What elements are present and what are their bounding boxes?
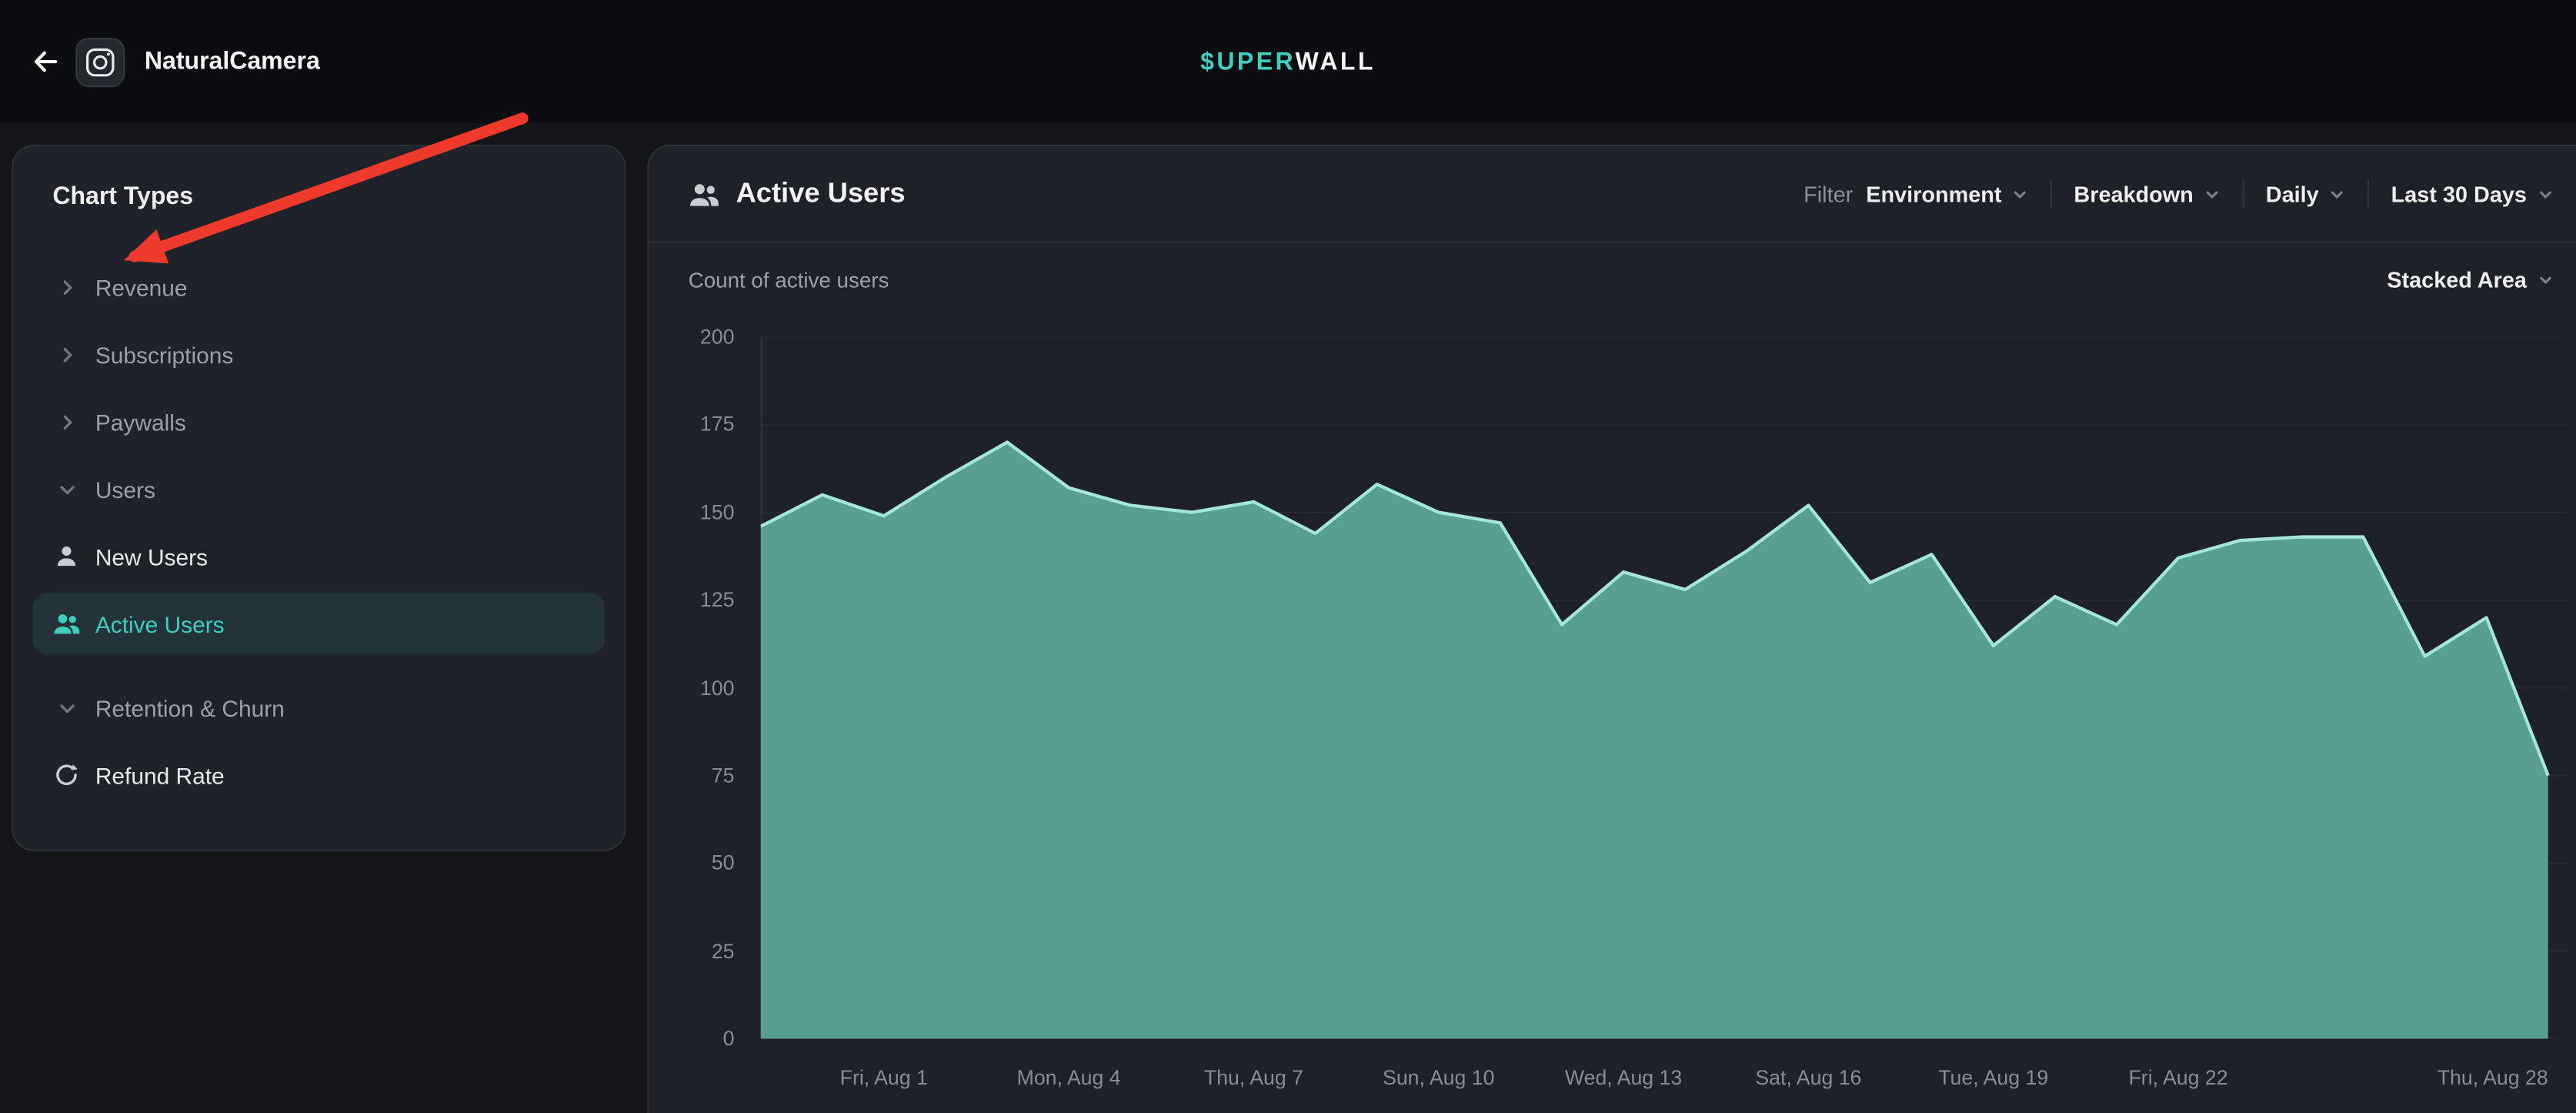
- chart-types-panel: Chart Types Revenue Subscriptions Paywal…: [12, 145, 626, 851]
- sidebar-item-subscriptions[interactable]: Subscriptions: [13, 320, 624, 388]
- y-axis-tick: 175: [649, 412, 734, 438]
- app-window: NaturalCamera $UPERWALL Chart Types Reve…: [0, 0, 2576, 1113]
- chart-controls: Filter Environment Breakdown Daily La: [1804, 179, 2554, 209]
- people-icon: [689, 180, 720, 208]
- sidebar-item-paywalls[interactable]: Paywalls: [13, 388, 624, 456]
- chart-subtitle: Count of active users: [689, 268, 889, 292]
- sidebar-item-label: New Users: [95, 543, 208, 570]
- divider: [2051, 179, 2053, 209]
- area-chart: [761, 337, 2568, 1039]
- breakdown-dropdown-value: Breakdown: [2074, 182, 2193, 206]
- date-range-dropdown-value: Last 30 Days: [2391, 182, 2527, 206]
- interval-dropdown[interactable]: Daily: [2266, 182, 2347, 206]
- chart-panel: Active Users Filter Environment Breakdow…: [647, 145, 2576, 1113]
- sidebar-item-users[interactable]: Users: [13, 455, 624, 523]
- refresh-icon: [52, 762, 80, 788]
- sidebar-item-revenue[interactable]: Revenue: [13, 253, 624, 321]
- page-title: Active Users: [736, 178, 906, 211]
- chevron-down-icon: [52, 694, 80, 720]
- y-axis-tick: 75: [649, 762, 734, 788]
- chevron-down-icon: [2329, 185, 2347, 202]
- environment-dropdown-value: Environment: [1866, 182, 2001, 206]
- sidebar-item-label: Active Users: [95, 610, 225, 637]
- y-axis-tick: 0: [649, 1025, 734, 1051]
- x-axis-tick: Fri, Aug 22: [2129, 1067, 2228, 1090]
- chart-type-dropdown[interactable]: Stacked Area: [2387, 268, 2554, 292]
- app-name: NaturalCamera: [145, 48, 320, 75]
- panel-title: Chart Types: [13, 146, 624, 240]
- sidebar-item-label: Subscriptions: [95, 341, 233, 367]
- chevron-down-icon: [2204, 185, 2221, 202]
- person-icon: [52, 543, 80, 570]
- x-axis-tick: Sun, Aug 10: [1383, 1067, 1494, 1090]
- sidebar-item-label: Paywalls: [95, 409, 186, 435]
- back-button[interactable]: [23, 40, 66, 83]
- environment-dropdown[interactable]: Environment: [1866, 182, 2029, 206]
- chevron-down-icon: [2011, 185, 2029, 202]
- sidebar-item-retention-churn[interactable]: Retention & Churn: [13, 673, 624, 741]
- sidebar-item-label: Revenue: [95, 274, 188, 300]
- sidebar-item-label: Refund Rate: [95, 762, 225, 788]
- interval-dropdown-value: Daily: [2266, 182, 2319, 206]
- chart-type-dropdown-value: Stacked Area: [2387, 268, 2527, 292]
- x-axis-tick: Tue, Aug 19: [1938, 1067, 2048, 1090]
- chart-panel-header: Active Users Filter Environment Breakdow…: [649, 146, 2576, 243]
- y-axis-tick: 25: [649, 938, 734, 964]
- y-axis-tick: 200: [649, 324, 734, 350]
- y-axis-tick: 125: [649, 587, 734, 613]
- superwall-logo: $UPERWALL: [1200, 48, 1376, 75]
- y-axis-tick: 100: [649, 674, 734, 700]
- camera-icon: [84, 45, 117, 79]
- chevron-down-icon: [2537, 185, 2554, 202]
- chart-subheader: Count of active users Stacked Area: [649, 243, 2576, 292]
- sidebar-item-label: Users: [95, 476, 155, 502]
- x-axis-tick: Thu, Aug 28: [2438, 1067, 2548, 1090]
- chevron-down-icon: [52, 476, 80, 502]
- y-axis-tick: 50: [649, 850, 734, 876]
- x-axis-tick: Fri, Aug 1: [840, 1067, 928, 1090]
- x-axis-tick: Sat, Aug 16: [1755, 1067, 1861, 1090]
- sidebar-item-label: Retention & Churn: [95, 694, 285, 720]
- divider: [2243, 179, 2244, 209]
- sidebar-item-active-users[interactable]: Active Users: [33, 593, 605, 654]
- y-axis-tick: 150: [649, 500, 734, 526]
- chevron-right-icon: [52, 409, 80, 435]
- divider: [2368, 179, 2370, 209]
- date-range-dropdown[interactable]: Last 30 Days: [2391, 182, 2555, 206]
- app-icon: [75, 37, 125, 86]
- area-series: [761, 442, 2548, 1038]
- logo-suffix: WALL: [1295, 48, 1375, 75]
- arrow-left-icon: [28, 46, 60, 78]
- filter-label: Filter: [1804, 182, 1853, 206]
- chevron-right-icon: [52, 341, 80, 367]
- chevron-down-icon: [2537, 271, 2554, 289]
- top-bar: NaturalCamera $UPERWALL: [0, 0, 2576, 123]
- sidebar-item-refund-rate[interactable]: Refund Rate: [13, 741, 624, 809]
- people-icon: [52, 610, 80, 637]
- breakdown-dropdown[interactable]: Breakdown: [2074, 182, 2221, 206]
- x-axis-tick: Wed, Aug 13: [1565, 1067, 1682, 1090]
- sidebar-item-new-users[interactable]: New Users: [13, 523, 624, 590]
- x-axis-tick: Thu, Aug 7: [1204, 1067, 1303, 1090]
- logo-prefix: $UPER: [1200, 48, 1295, 75]
- chart-type-list: Revenue Subscriptions Paywalls Users: [13, 240, 624, 809]
- chevron-right-icon: [52, 274, 80, 300]
- x-axis-tick: Mon, Aug 4: [1017, 1067, 1121, 1090]
